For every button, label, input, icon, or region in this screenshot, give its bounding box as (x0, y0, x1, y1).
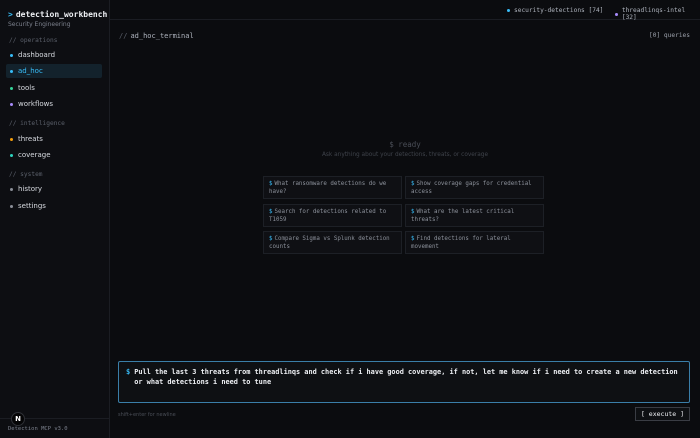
suggestion-card[interactable]: $ What ransomware detections do we have? (263, 176, 402, 199)
section-label-intelligence: // intelligence (9, 120, 65, 127)
prompt-symbol-icon: $ (411, 181, 415, 187)
section-label-system: // system (9, 171, 43, 178)
status-dot-icon (10, 53, 13, 57)
sidebar-item-label: tools (18, 84, 35, 92)
sidebar-item-tools[interactable]: tools (6, 81, 102, 95)
source-status-threadlinqs-intel: threadlinqs-intel [32] (615, 7, 700, 21)
sidebar-item-label: coverage (18, 151, 51, 159)
status-dot-icon (10, 69, 13, 73)
source-status-label: security-detections [74] (514, 7, 604, 14)
prompt-symbol-icon: $ (269, 181, 273, 187)
brand-subtitle: Security Engineering (8, 21, 71, 28)
prompt-symbol-icon: $ (411, 209, 415, 215)
top-bar: security-detections [74] threadlinqs-int… (110, 0, 700, 21)
query-input-value[interactable]: Pull the last 3 threats from threadlinqs… (134, 368, 681, 402)
version-label: Detection MCP v3.0 (8, 426, 68, 432)
execute-button[interactable]: [ execute ] (635, 407, 690, 421)
page-title: //ad_hoc_terminal (119, 32, 194, 40)
brand-title[interactable]: > detection_workbench (8, 10, 107, 19)
status-dot-icon (10, 137, 13, 141)
suggestion-text: What are the latest critical threats? (411, 209, 515, 223)
ready-subtitle: Ask anything about your detections, thre… (321, 152, 489, 158)
sidebar-item-label: settings (18, 202, 46, 210)
query-count: [0] queries (649, 32, 690, 39)
suggestion-card[interactable]: $ What are the latest critical threats? (405, 204, 544, 227)
status-dot-icon (10, 86, 13, 90)
page-title-text: ad_hoc_terminal (130, 32, 194, 40)
sidebar-item-settings[interactable]: settings (6, 199, 102, 213)
sidebar-item-history[interactable]: history (6, 182, 102, 196)
sidebar-item-label: ad_hoc (18, 67, 43, 75)
next-logo-icon[interactable]: N (11, 412, 25, 426)
sidebar-item-label: dashboard (18, 51, 56, 59)
brand: > detection_workbench Security Engineerin… (8, 10, 107, 28)
brand-name: detection_workbench (15, 10, 108, 19)
sidebar-item-label: history (18, 185, 43, 193)
sidebar-item-coverage[interactable]: coverage (6, 148, 102, 162)
prompt-symbol-icon: $ (269, 236, 273, 242)
suggestion-card[interactable]: $ Find detections for lateral movement (405, 231, 544, 254)
sidebar-item-label: workflows (18, 100, 54, 108)
status-dot-icon (507, 9, 510, 12)
prompt-symbol-icon: $ (411, 236, 415, 242)
section-label-operations: // operations (9, 37, 58, 44)
suggestion-card[interactable]: $ Compare Sigma vs Splunk detection count… (263, 231, 402, 254)
source-status-security-detections: security-detections [74] (507, 7, 603, 14)
prompt-symbol-icon: $ (126, 368, 131, 376)
ready-status: $ ready (389, 140, 421, 149)
suggestion-text: Compare Sigma vs Splunk detection counts (269, 236, 390, 250)
sidebar-item-dashboard[interactable]: dashboard (6, 48, 102, 62)
sidebar: > detection_workbench Security Engineerin… (0, 0, 110, 438)
suggestion-text: Search for detections related to T1059 (269, 209, 387, 223)
sidebar-item-workflows[interactable]: workflows (6, 97, 102, 111)
suggestion-text: What ransomware detections do we have? (269, 181, 387, 195)
query-input[interactable]: $ Pull the last 3 threats from threadlin… (118, 361, 690, 403)
status-dot-icon (10, 204, 13, 208)
prompt-symbol-icon: $ (269, 209, 273, 215)
sidebar-item-threats[interactable]: threats (6, 132, 102, 146)
status-dot-icon (10, 102, 13, 106)
status-dot-icon (615, 12, 618, 16)
title-prefix: // (119, 32, 128, 40)
caret-icon: > (8, 10, 13, 19)
sidebar-item-label: threats (18, 135, 43, 143)
status-dot-icon (10, 153, 13, 157)
source-status-label: threadlinqs-intel [32] (621, 7, 686, 21)
newline-hint: shift+enter for newline (118, 412, 176, 418)
suggestion-card[interactable]: $ Show coverage gaps for credential acces… (405, 176, 544, 199)
suggestion-text: Show coverage gaps for credential access (411, 181, 532, 195)
sidebar-item-ad-hoc[interactable]: ad_hoc (6, 64, 102, 78)
suggestion-text: Find detections for lateral movement (411, 236, 511, 250)
status-dot-icon (10, 187, 13, 191)
suggestion-card[interactable]: $ Search for detections related to T1059 (263, 204, 402, 227)
